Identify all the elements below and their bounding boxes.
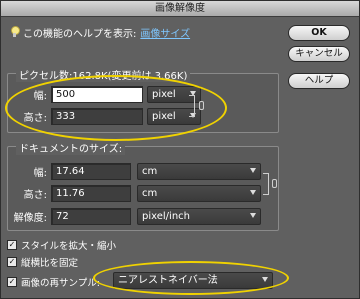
dialog-title: 画像解像度 (1, 1, 359, 17)
pixel-width-label: 幅: (33, 91, 47, 102)
pixel-height-input[interactable]: 333 (51, 108, 143, 125)
chevron-down-icon (250, 213, 256, 218)
chevron-down-icon (262, 277, 268, 282)
resolution-unit: pixel/inch (142, 211, 190, 222)
scale-styles-label: スタイルを拡大・縮小 (21, 241, 117, 252)
constrain-proportions-label: 縦横比を固定 (21, 258, 79, 269)
constrain-proportions-checkbox[interactable]: ✓ (7, 257, 17, 267)
resample-option[interactable]: ✓ 画像の再サンプル: (7, 275, 100, 289)
pixel-height-label: 高さ: (23, 113, 47, 124)
doc-width-unit: cm (142, 166, 158, 177)
chevron-down-icon (250, 168, 256, 173)
document-size-legend: ドキュメントのサイズ: (16, 140, 126, 155)
pixel-height-row: 高さ: 333 pixel (11, 108, 201, 125)
resolution-input[interactable]: 72 (51, 208, 131, 225)
resample-method-select[interactable]: ニアレストネイバー法 (113, 272, 273, 289)
doc-width-unit-select[interactable]: cm (137, 163, 261, 180)
constrain-proportions-option[interactable]: ✓ 縦横比を固定 (7, 255, 78, 269)
resample-checkbox[interactable]: ✓ (7, 277, 17, 287)
pixel-width-unit: pixel (152, 89, 176, 100)
ok-button[interactable]: OK (288, 25, 350, 41)
doc-width-row: 幅: 17.64 cm (11, 163, 261, 180)
doc-height-input[interactable]: 11.76 (51, 185, 131, 202)
doc-height-unit: cm (142, 188, 158, 199)
pixel-dimensions-legend: ピクセル数:162.8K(変更前は 3.66K) (16, 67, 191, 82)
chevron-down-icon (250, 190, 256, 195)
scale-styles-checkbox[interactable]: ✓ (7, 240, 17, 250)
help-row: この機能のヘルプを表示: 画像サイズ (10, 25, 190, 40)
resolution-unit-select[interactable]: pixel/inch (137, 208, 261, 225)
pixel-width-input[interactable]: 500 (51, 86, 143, 103)
pixel-link-bracket (189, 95, 195, 117)
doc-height-label: 高さ: (23, 190, 47, 201)
doc-width-label: 幅: (33, 168, 47, 179)
resolution-label: 解像度: (13, 213, 47, 224)
chain-link-icon (272, 179, 277, 188)
doc-height-unit-select[interactable]: cm (137, 185, 261, 202)
image-size-dialog: 画像解像度 この機能のヘルプを表示: 画像サイズ OK キャンセル ヘルプ ピク… (0, 0, 360, 299)
resample-method: ニアレストネイバー法 (118, 275, 218, 286)
doc-height-row: 高さ: 11.76 cm (11, 185, 261, 202)
chain-link-icon (199, 101, 204, 110)
cancel-button[interactable]: キャンセル (288, 46, 350, 62)
pixel-height-unit: pixel (152, 111, 176, 122)
doc-link-bracket (263, 173, 269, 195)
resample-label: 画像の再サンプル: (21, 278, 100, 289)
help-button[interactable]: ヘルプ (288, 73, 350, 89)
doc-width-input[interactable]: 17.64 (51, 163, 131, 180)
lightbulb-icon (10, 26, 20, 38)
pixel-width-row: 幅: 500 pixel (11, 86, 201, 103)
help-link[interactable]: 画像サイズ (140, 25, 190, 40)
resolution-row: 解像度: 72 pixel/inch (11, 208, 261, 225)
scale-styles-option[interactable]: ✓ スタイルを拡大・縮小 (7, 238, 116, 252)
help-prefix: この機能のヘルプを表示: (23, 28, 137, 40)
